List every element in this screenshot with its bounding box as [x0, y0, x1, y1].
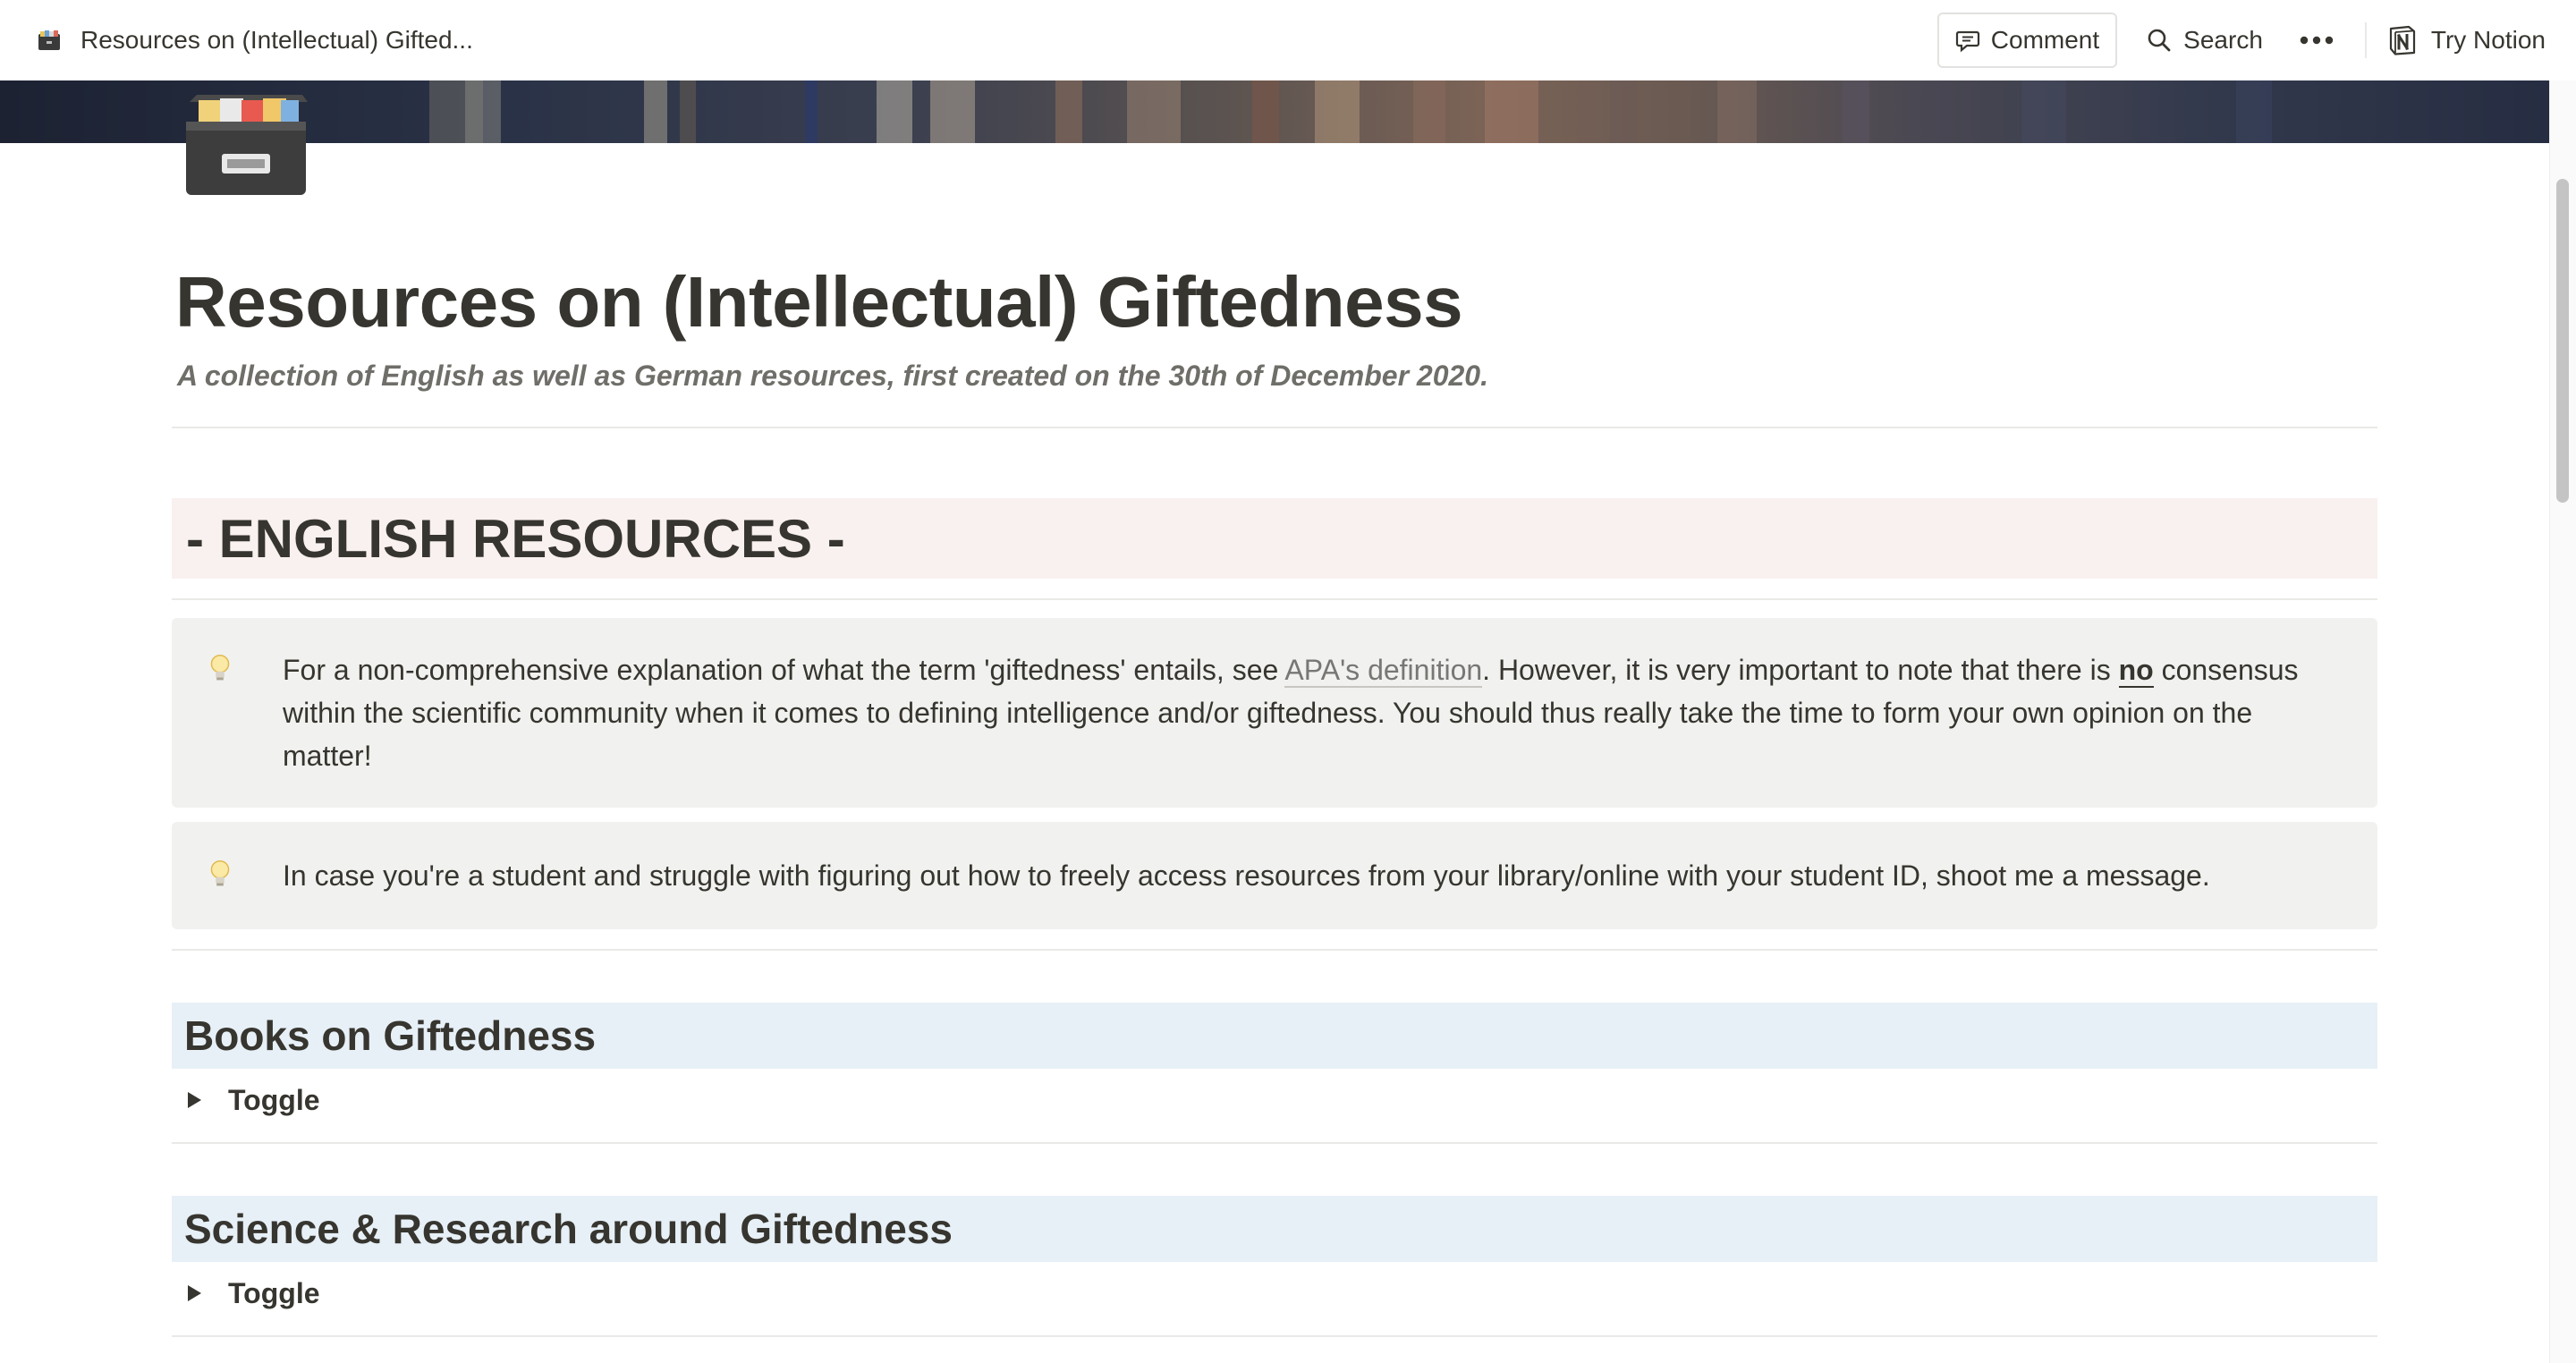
card-file-box-icon	[38, 30, 60, 50]
emphasis-no: no	[2118, 654, 2154, 688]
divider	[172, 1335, 2377, 1337]
search-button[interactable]: Search	[2130, 13, 2279, 68]
section-heading-science: Science & Research around Giftedness	[172, 1196, 2377, 1262]
card-file-box-icon	[186, 95, 308, 195]
scrollbar-thumb[interactable]	[2556, 179, 2569, 503]
comment-icon	[1955, 30, 1979, 53]
toggle-science[interactable]: Toggle	[172, 1262, 2377, 1325]
callout-text: For a non-comprehensive explanation of w…	[283, 648, 2331, 777]
toggle-caret-icon[interactable]	[188, 1092, 201, 1108]
more-dots-icon	[2300, 36, 2334, 45]
comment-label: Comment	[1990, 26, 2100, 54]
callout-text-part: For a non-comprehensive explanation of w…	[283, 654, 1285, 686]
lightbulb-icon	[210, 655, 230, 681]
divider	[172, 1142, 2377, 1144]
page-title-breadcrumb[interactable]: Resources on (Intellectual) Gifted...	[80, 26, 473, 55]
callout-giftedness-definition: For a non-comprehensive explanation of w…	[172, 618, 2377, 808]
toggle-books[interactable]: Toggle	[172, 1069, 2377, 1131]
search-label: Search	[2183, 26, 2263, 54]
divider	[172, 949, 2377, 951]
divider	[172, 598, 2377, 600]
page-cover-image	[0, 80, 2549, 143]
section-heading-english: - ENGLISH RESOURCES -	[172, 498, 2377, 579]
page-content: Resources on (Intellectual) Giftedness A…	[172, 259, 2377, 1337]
topbar: Resources on (Intellectual) Gifted... Co…	[0, 0, 2576, 80]
callout-student-access: In case you're a student and struggle wi…	[172, 822, 2377, 929]
search-icon	[2148, 29, 2171, 52]
comment-button[interactable]: Comment	[1936, 13, 2118, 68]
page-subtitle: A collection of English as well as Germa…	[177, 360, 1488, 392]
topbar-divider	[2364, 22, 2367, 58]
section-heading-books: Books on Giftedness	[172, 1003, 2377, 1069]
more-options-button[interactable]	[2286, 13, 2347, 68]
notion-logo-icon	[2389, 25, 2415, 55]
toggle-caret-icon[interactable]	[188, 1285, 201, 1301]
divider	[172, 427, 2377, 428]
apa-definition-link[interactable]: APA's definition	[1284, 654, 1483, 688]
page-title: Resources on (Intellectual) Giftedness	[175, 262, 1463, 342]
breadcrumb[interactable]: Resources on (Intellectual) Gifted...	[0, 26, 473, 55]
toggle-label: Toggle	[228, 1083, 320, 1116]
try-notion-button[interactable]: Try Notion	[2386, 13, 2546, 68]
callout-text: In case you're a student and struggle wi…	[283, 859, 2210, 892]
try-notion-label: Try Notion	[2430, 26, 2546, 54]
lightbulb-icon	[210, 860, 230, 886]
callout-text-part: . However, it is very important to note …	[1482, 654, 2119, 686]
toggle-label: Toggle	[228, 1276, 320, 1309]
